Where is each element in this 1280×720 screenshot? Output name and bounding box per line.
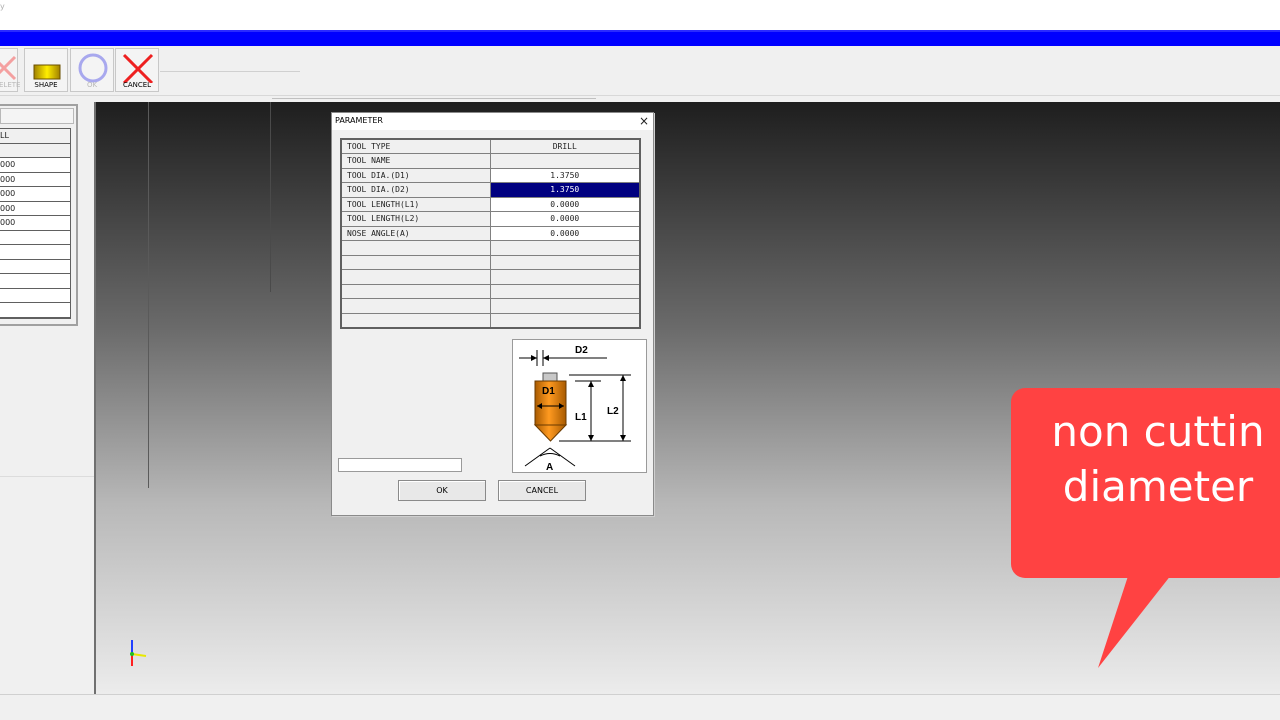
- param-label: [340, 254, 491, 270]
- drill-diagram-drawing: D2 D1 L1 L2 A: [519, 345, 631, 473]
- callout-text: non cuttin diameter: [1028, 404, 1280, 514]
- status-field: [338, 458, 462, 472]
- param-label: TOOL DIA.(D1): [340, 167, 491, 183]
- callout-line-1: non cuttin: [1051, 407, 1265, 456]
- param-label: [340, 312, 491, 328]
- param-label: TOOL LENGTH(L2): [340, 211, 491, 227]
- param-value[interactable]: [489, 269, 641, 285]
- param-label: [340, 269, 491, 285]
- param-value[interactable]: [489, 153, 641, 169]
- dialog-title-bar[interactable]: PARAMETER ×: [332, 113, 653, 130]
- table-row[interactable]: TOOL NAME: [340, 153, 641, 169]
- param-label: TOOL DIA.(D2): [340, 182, 491, 198]
- table-row[interactable]: TOOL LENGTH(L2) 0.0000: [340, 211, 641, 227]
- table-row[interactable]: NOSE ANGLE(A) 0.0000: [340, 225, 641, 241]
- drill-diagram: D2 D1 L1 L2 A: [512, 339, 647, 473]
- table-row-selected[interactable]: TOOL DIA.(D2) 1.3750: [340, 182, 641, 198]
- ok-button[interactable]: OK: [398, 480, 486, 501]
- param-label: TOOL TYPE: [340, 138, 491, 154]
- table-row[interactable]: TOOL DIA.(D1) 1.3750: [340, 167, 641, 183]
- param-label: TOOL NAME: [340, 153, 491, 169]
- close-icon[interactable]: ×: [639, 114, 649, 128]
- param-value[interactable]: [489, 283, 641, 299]
- param-value-selected[interactable]: 1.3750: [489, 182, 641, 198]
- callout-line-2: diameter: [1062, 462, 1254, 511]
- param-label: [340, 298, 491, 314]
- table-row[interactable]: [340, 269, 641, 285]
- label-d2: D2: [575, 345, 588, 356]
- label-d1: D1: [542, 386, 555, 397]
- table-row[interactable]: [340, 283, 641, 299]
- param-value[interactable]: 1.3750: [489, 167, 641, 183]
- param-value[interactable]: DRILL: [489, 138, 641, 154]
- table-row[interactable]: TOOL LENGTH(L1) 0.0000: [340, 196, 641, 212]
- param-label: TOOL LENGTH(L1): [340, 196, 491, 212]
- app-window: y ELETE SHAPE OK CANCEL LL 000 000 000 0…: [0, 0, 1280, 720]
- param-value[interactable]: [489, 312, 641, 328]
- table-row[interactable]: [340, 254, 641, 270]
- parameter-dialog: PARAMETER × TOOL TYPE DRILL TOOL NAME TO…: [331, 112, 654, 516]
- param-value[interactable]: [489, 254, 641, 270]
- label-l1: L1: [575, 412, 587, 423]
- table-row[interactable]: TOOL TYPE DRILL: [340, 138, 641, 154]
- param-value[interactable]: 0.0000: [489, 225, 641, 241]
- parameter-table: TOOL TYPE DRILL TOOL NAME TOOL DIA.(D1) …: [340, 138, 641, 329]
- param-value[interactable]: [489, 298, 641, 314]
- label-a: A: [546, 462, 553, 472]
- param-value[interactable]: 0.0000: [489, 211, 641, 227]
- param-label: NOSE ANGLE(A): [340, 225, 491, 241]
- param-value[interactable]: 0.0000: [489, 196, 641, 212]
- param-label: [340, 283, 491, 299]
- dialog-title: PARAMETER: [335, 116, 383, 125]
- label-l2: L2: [607, 406, 619, 417]
- table-row[interactable]: [340, 312, 641, 328]
- param-value[interactable]: [489, 240, 641, 256]
- cancel-button[interactable]: CANCEL: [498, 480, 586, 501]
- table-row[interactable]: [340, 298, 641, 314]
- table-row[interactable]: [340, 240, 641, 256]
- param-label: [340, 240, 491, 256]
